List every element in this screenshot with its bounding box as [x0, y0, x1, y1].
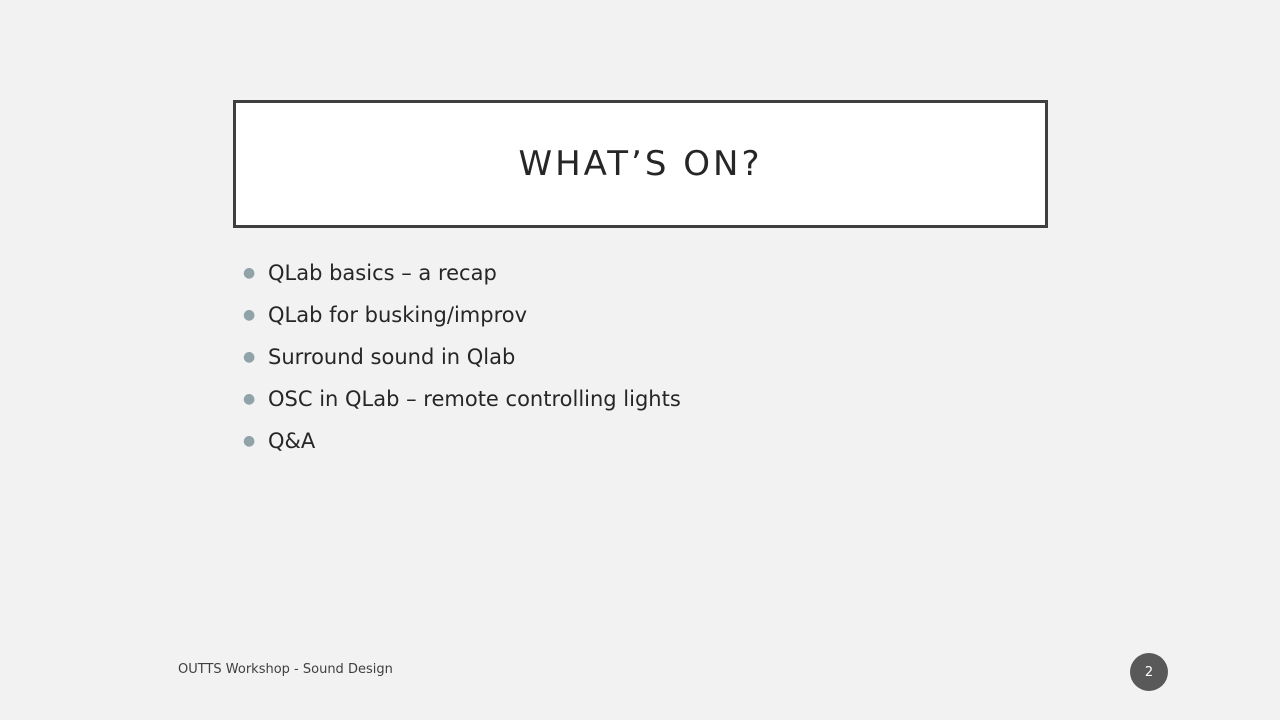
slide-footer: OUTTS Workshop - Sound Design — [178, 662, 393, 677]
bullet-text: Q&A — [268, 429, 316, 453]
bullet-marker-icon: ● — [243, 433, 256, 449]
bullet-marker-icon: ● — [243, 349, 256, 365]
bullet-text: OSC in QLab – remote controlling lights — [268, 387, 681, 411]
bullet-marker-icon: ● — [243, 265, 256, 281]
list-item: ● QLab for busking/improv — [240, 294, 681, 336]
bullet-text: QLab for busking/improv — [268, 303, 528, 327]
list-item: ● Surround sound in Qlab — [240, 336, 681, 378]
bullet-text: Surround sound in Qlab — [268, 345, 516, 369]
bullet-text: QLab basics – a recap — [268, 261, 497, 285]
list-item: ● QLab basics – a recap — [240, 252, 681, 294]
page-number-badge: 2 — [1130, 653, 1168, 691]
bullet-marker-icon: ● — [243, 391, 256, 407]
bullet-marker-icon: ● — [243, 307, 256, 323]
title-box: WHAT’S ON? — [233, 100, 1048, 228]
list-item: ● Q&A — [240, 420, 681, 462]
bullet-list: ● QLab basics – a recap ● QLab for buski… — [240, 252, 681, 462]
slide: WHAT’S ON? ● QLab basics – a recap ● QLa… — [0, 0, 1280, 720]
list-item: ● OSC in QLab – remote controlling light… — [240, 378, 681, 420]
slide-title: WHAT’S ON? — [518, 144, 763, 184]
